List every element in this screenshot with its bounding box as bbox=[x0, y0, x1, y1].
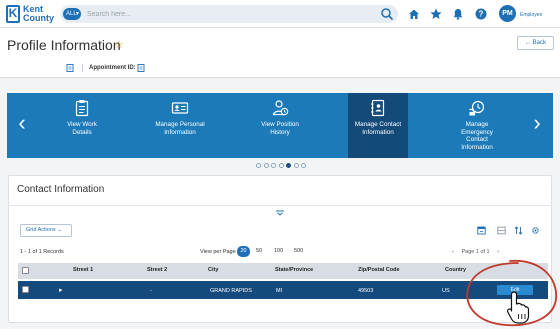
grid-actions-button[interactable]: Grid Actions ⌄ bbox=[20, 224, 72, 237]
grid-actions-label: Grid Actions bbox=[26, 227, 56, 233]
page-header bbox=[0, 28, 560, 78]
address-book-icon bbox=[371, 99, 385, 117]
expand-row-icon[interactable]: ▸ bbox=[59, 286, 63, 294]
page-size-100[interactable]: 100 bbox=[274, 246, 283, 257]
tile-manage-personal-information[interactable]: Manage Personal Information bbox=[150, 93, 210, 158]
settings-gear-icon[interactable] bbox=[531, 226, 540, 235]
bell-icon[interactable] bbox=[451, 7, 465, 21]
page-size-50[interactable]: 50 bbox=[256, 246, 262, 257]
search-icon[interactable] bbox=[380, 7, 394, 21]
tile-label: Manage Personal Information bbox=[155, 121, 205, 136]
logo-line2: County bbox=[23, 13, 54, 23]
arrow-left-icon: ← bbox=[524, 40, 533, 46]
sort-icon[interactable] bbox=[514, 226, 523, 235]
carousel-dot[interactable] bbox=[278, 163, 284, 168]
back-label: Back bbox=[532, 40, 546, 46]
search-bar: ALL ▾ bbox=[60, 5, 398, 23]
columns-icon[interactable] bbox=[497, 226, 506, 235]
col-city[interactable]: City bbox=[208, 267, 218, 273]
divider bbox=[82, 64, 83, 72]
carousel-dot[interactable] bbox=[301, 163, 306, 168]
cell-city: GRAND RAPIDS bbox=[210, 288, 252, 294]
col-zip[interactable]: Zip/Postal Code bbox=[358, 267, 400, 273]
select-all-checkbox[interactable] bbox=[22, 267, 29, 274]
carousel-dot[interactable] bbox=[293, 163, 299, 168]
carousel-next-button[interactable]: › bbox=[530, 108, 544, 138]
carousel-prev-button[interactable]: ‹ bbox=[15, 108, 29, 138]
view-per-page-label: View per Page - bbox=[200, 249, 240, 255]
chevron-down-icon: ▾ bbox=[75, 11, 79, 17]
logo-k: K bbox=[6, 5, 20, 23]
kent-county-logo[interactable]: K Kent County bbox=[6, 4, 54, 24]
tile-manage-contact-information[interactable]: Manage Contact Information bbox=[348, 93, 408, 158]
tile-label: Manage Contact Information bbox=[354, 121, 402, 136]
star-icon[interactable] bbox=[429, 7, 443, 21]
page-size-500[interactable]: 500 bbox=[294, 246, 303, 257]
col-state[interactable]: State/Province bbox=[275, 267, 313, 273]
carousel-dot[interactable] bbox=[286, 163, 291, 168]
carousel-dot[interactable] bbox=[271, 163, 276, 168]
id-card-icon bbox=[171, 102, 189, 114]
card-title: Contact Information bbox=[17, 184, 105, 195]
search-scope-dropdown[interactable]: ALL ▾ bbox=[63, 8, 81, 20]
document-icon[interactable] bbox=[66, 64, 74, 72]
col-street1[interactable]: Street 1 bbox=[73, 267, 93, 273]
tile-manage-emergency-contact-information[interactable]: Manage Emergency Contact Information bbox=[447, 93, 507, 158]
home-icon[interactable] bbox=[407, 7, 421, 21]
tile-view-position-history[interactable]: View Position History bbox=[250, 93, 310, 158]
page-title: Profile Information bbox=[7, 37, 121, 53]
appointment-id-label: Appointment ID: bbox=[89, 65, 136, 71]
svg-text:?: ? bbox=[479, 10, 484, 19]
divider bbox=[8, 205, 552, 206]
cell-street2: - bbox=[150, 288, 152, 294]
emergency-contact-icon bbox=[469, 100, 485, 116]
hand-pointer-icon bbox=[506, 291, 530, 324]
cell-state: MI bbox=[276, 288, 283, 294]
tile-label: View Position History bbox=[261, 121, 299, 136]
carousel-dot[interactable] bbox=[263, 163, 269, 168]
search-input[interactable] bbox=[87, 8, 367, 20]
export-icon[interactable] bbox=[477, 226, 486, 235]
help-icon[interactable]: ? bbox=[474, 7, 488, 21]
tile-view-work-details[interactable]: View Work Details bbox=[52, 93, 112, 158]
records-count: 1 - 1 of 1 Records bbox=[20, 249, 64, 255]
carousel-dot[interactable] bbox=[256, 163, 261, 168]
page-size-20[interactable]: 20 bbox=[237, 246, 250, 257]
favorite-star-icon[interactable]: ☆ bbox=[114, 38, 124, 51]
tile-label: Manage Emergency Contact Information bbox=[461, 121, 493, 151]
document-icon[interactable] bbox=[137, 64, 145, 72]
user-avatar[interactable]: PM bbox=[499, 5, 516, 22]
back-button[interactable]: ← Back bbox=[517, 36, 554, 50]
user-role: Employee bbox=[520, 12, 543, 18]
position-history-icon bbox=[272, 100, 289, 116]
chevron-down-icon: ⌄ bbox=[57, 227, 62, 233]
tile-label: View Work Details bbox=[67, 121, 97, 136]
clipboard-icon bbox=[75, 100, 89, 117]
col-street2[interactable]: Street 2 bbox=[147, 267, 167, 273]
collapse-handle-icon[interactable] bbox=[275, 210, 285, 216]
cell-zip: 49503 bbox=[358, 288, 374, 294]
cell-country: US bbox=[442, 288, 450, 294]
prev-page-icon[interactable]: ‹ bbox=[452, 249, 454, 255]
row-checkbox[interactable] bbox=[22, 286, 29, 293]
